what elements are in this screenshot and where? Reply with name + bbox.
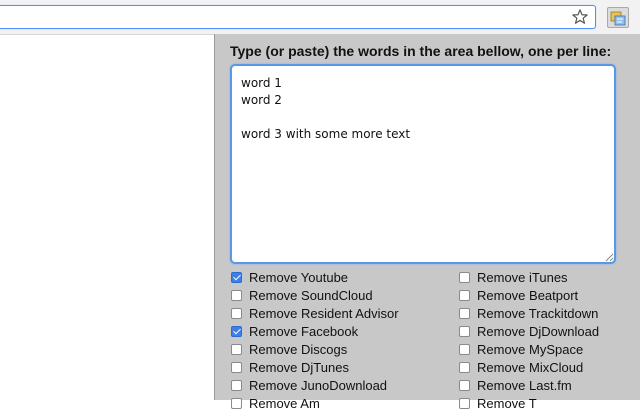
checkbox[interactable]	[231, 361, 242, 373]
option-label: Remove MySpace	[477, 341, 584, 357]
option-remove-junodownload[interactable]: Remove JunoDownload	[231, 376, 387, 394]
checkbox[interactable]	[459, 379, 470, 391]
option-remove-resident-advisor[interactable]: Remove Resident Advisor	[231, 304, 399, 322]
checkbox[interactable]	[231, 379, 242, 391]
option-remove-facebook[interactable]: Remove Facebook	[231, 322, 358, 340]
checkbox[interactable]	[459, 361, 470, 373]
option-label: Remove Discogs	[249, 341, 348, 357]
checkbox[interactable]	[231, 271, 242, 283]
option-label: Remove Last.fm	[477, 377, 572, 393]
option-label: Remove MixCloud	[477, 359, 584, 375]
option-label: Remove Beatport	[477, 287, 579, 303]
checkbox[interactable]	[459, 325, 470, 337]
option-label: Remove Facebook	[249, 323, 359, 339]
option-label: Remove SoundCloud	[249, 287, 373, 303]
option-label: Remove T	[477, 395, 537, 411]
option-remove-discogs[interactable]: Remove Discogs	[231, 340, 347, 358]
option-label: Remove DjTunes	[249, 359, 349, 375]
option-remove-soundcloud[interactable]: Remove SoundCloud	[231, 286, 373, 304]
option-remove-djdownload[interactable]: Remove DjDownload	[459, 322, 599, 340]
option-remove-am[interactable]: Remove Am	[231, 394, 320, 412]
checkbox[interactable]	[231, 307, 242, 319]
checkbox[interactable]	[231, 343, 242, 355]
star-icon[interactable]	[571, 8, 589, 26]
option-remove-djtunes[interactable]: Remove DjTunes	[231, 358, 349, 376]
browser-toolbar	[0, 0, 640, 35]
option-remove-mixcloud[interactable]: Remove MixCloud	[459, 358, 583, 376]
option-remove-last-fm[interactable]: Remove Last.fm	[459, 376, 572, 394]
option-label: Remove DjDownload	[477, 323, 600, 339]
checkbox[interactable]	[459, 397, 470, 409]
option-label: Remove Am	[249, 395, 320, 411]
resize-grip-icon[interactable]	[604, 252, 614, 262]
option-label: Remove iTunes	[477, 269, 568, 285]
option-label: Remove Trackitdown	[477, 305, 599, 321]
option-remove-itunes[interactable]: Remove iTunes	[459, 268, 568, 286]
checkbox[interactable]	[231, 397, 242, 409]
checkbox[interactable]	[231, 289, 242, 301]
option-label: Remove Youtube	[249, 269, 349, 285]
option-remove-myspace[interactable]: Remove MySpace	[459, 340, 583, 358]
option-remove-trackitdown[interactable]: Remove Trackitdown	[459, 304, 598, 322]
checkbox[interactable]	[459, 307, 470, 319]
option-remove-t[interactable]: Remove T	[459, 394, 537, 412]
checkbox[interactable]	[231, 325, 242, 337]
option-label: Remove Resident Advisor	[249, 305, 399, 321]
extension-button[interactable]	[607, 7, 629, 28]
extension-icon	[610, 11, 626, 26]
words-textarea[interactable]	[230, 64, 616, 264]
checkbox[interactable]	[459, 289, 470, 301]
extension-popup: Type (or paste) the words in the area be…	[214, 34, 640, 411]
option-remove-beatport[interactable]: Remove Beatport	[459, 286, 578, 304]
option-label: Remove JunoDownload	[249, 377, 388, 393]
instructions-label: Type (or paste) the words in the area be…	[230, 43, 612, 59]
checkbox[interactable]	[459, 343, 470, 355]
checkbox[interactable]	[459, 271, 470, 283]
address-bar[interactable]	[0, 5, 596, 29]
option-remove-youtube[interactable]: Remove Youtube	[231, 268, 348, 286]
